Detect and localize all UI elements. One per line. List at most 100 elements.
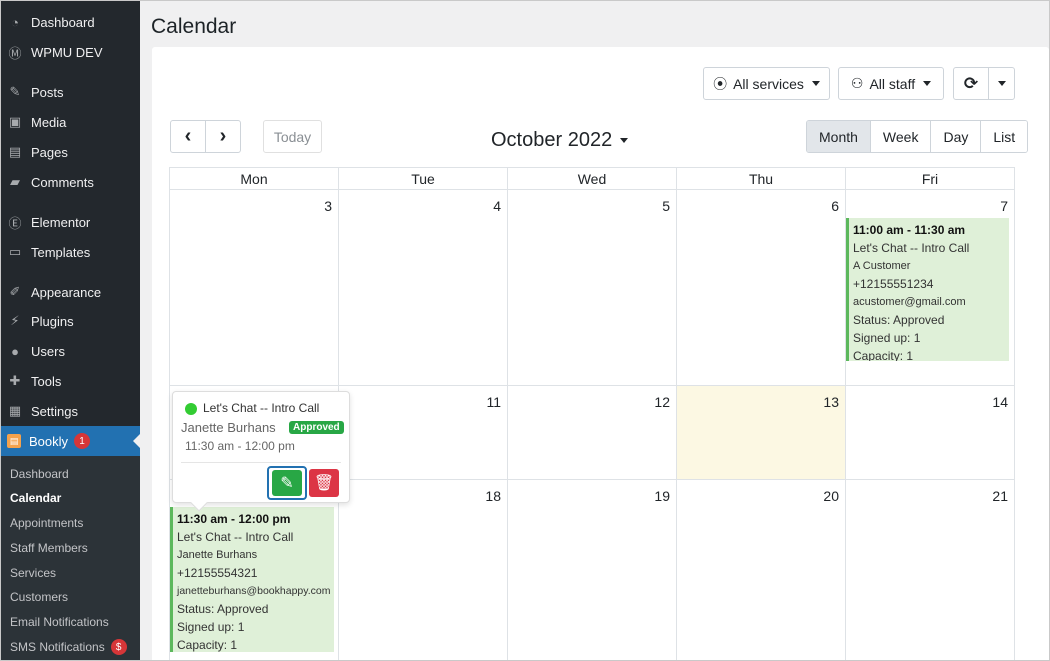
appointment-event[interactable]: 11:00 am - 11:30 am Let's Chat -- Intro … (846, 218, 1009, 361)
day-cell[interactable]: 6 (677, 190, 846, 386)
sidebar-item-media[interactable]: ▣ Media (1, 108, 140, 136)
day-cell[interactable]: 18 (339, 480, 508, 660)
appointment-event[interactable]: 11:30 am - 12:00 pm Let's Chat -- Intro … (170, 507, 334, 652)
chevron-right-icon: › (219, 125, 227, 147)
day-cell-today[interactable]: 13 (677, 386, 846, 480)
sidebar-item-posts[interactable]: ✎ Posts (1, 78, 140, 106)
service-color-dot (185, 403, 197, 415)
submenu-item-calendar[interactable]: Calendar (10, 488, 61, 508)
sidebar-item-label: Plugins (31, 313, 74, 329)
submenu-item-customers[interactable]: Customers (10, 587, 68, 607)
page-title: Calendar (151, 15, 237, 38)
event-status: Status: Approved (853, 313, 945, 327)
next-month-button[interactable]: › (205, 120, 241, 153)
sidebar-item-label: Users (31, 343, 65, 359)
view-list-button[interactable]: List (980, 121, 1028, 152)
calendar-panel: ⦿ All services ⚇ All staff ⟳ ‹ › Today O… (152, 47, 1049, 660)
sidebar-item-appearance[interactable]: ✐ Appearance (1, 278, 140, 306)
event-time: 11:00 am - 11:30 am (853, 223, 966, 237)
day-cell[interactable]: 19 (508, 480, 677, 660)
sidebar-item-pages[interactable]: ▤ Pages (1, 138, 140, 166)
today-button[interactable]: Today (263, 120, 322, 153)
services-filter-label: All services (733, 75, 804, 92)
day-cell[interactable]: 4 (339, 190, 508, 386)
day-number: 18 (485, 488, 501, 504)
chevron-down-icon (620, 138, 629, 143)
submenu-item-email-notifications[interactable]: Email Notifications (10, 612, 109, 632)
day-cell[interactable]: 21 (846, 480, 1014, 660)
sidebar-item-label: Bookly (29, 433, 69, 449)
event-email: janetteburhans@bookhappy.com (177, 585, 331, 597)
day-cell[interactable]: 5 (508, 190, 677, 386)
month-title-dropdown[interactable]: October 2022 (491, 129, 629, 152)
submenu-item-sms-notifications[interactable]: SMS Notifications $ (10, 637, 127, 657)
sidebar-item-plugins[interactable]: ⚡ Plugins (1, 307, 140, 335)
pages-icon: ▤ (8, 144, 22, 159)
view-month-button[interactable]: Month (807, 121, 870, 152)
dashboard-icon: ◔ (11, 14, 19, 30)
day-cell[interactable]: 20 (677, 480, 846, 660)
day-cell[interactable]: 7 11:00 am - 11:30 am Let's Chat -- Intr… (846, 190, 1014, 386)
edit-icon: ✎ (272, 470, 302, 496)
weekday-header: Thu (677, 168, 846, 190)
submenu-item-staff-members[interactable]: Staff Members (10, 538, 88, 558)
bookly-badge: 1 (74, 433, 91, 449)
day-cell[interactable]: 12 (508, 386, 677, 480)
chevron-left-icon: ‹ (184, 125, 192, 147)
prev-month-button[interactable]: ‹ (170, 120, 206, 153)
radio-circle-icon: ⦿ (713, 75, 728, 92)
edit-appointment-button[interactable]: ✎ (267, 466, 307, 500)
staff-filter-button[interactable]: ⚇ All staff (838, 67, 944, 100)
sidebar-item-templates[interactable]: ▭ Templates (1, 238, 140, 266)
sidebar-item-comments[interactable]: ▰ Comments (1, 168, 140, 196)
sidebar-item-tools[interactable]: ✚ Tools (1, 367, 140, 395)
event-signed-up: Signed up: 1 (853, 331, 921, 345)
delete-appointment-button[interactable]: 🗑 (309, 469, 339, 497)
view-week-button[interactable]: Week (869, 121, 931, 152)
sidebar-item-label: Pages (31, 144, 68, 160)
sidebar-item-elementor[interactable]: Ⓔ Elementor (1, 208, 140, 236)
refresh-options-button[interactable] (988, 67, 1015, 100)
day-number: 3 (324, 198, 332, 214)
day-cell[interactable]: 3 (170, 190, 339, 386)
event-service: Let's Chat -- Intro Call (177, 530, 294, 544)
plug-icon: ⚡ (10, 313, 20, 328)
sidebar-item-label: Elementor (31, 214, 91, 230)
media-icon: ▣ (8, 114, 22, 129)
event-service: Let's Chat -- Intro Call (853, 241, 970, 255)
sidebar-item-label: Posts (31, 84, 64, 100)
event-signed-up: Signed up: 1 (177, 620, 245, 634)
popover-divider (181, 462, 341, 463)
sidebar-item-settings[interactable]: ▦ Settings (1, 397, 140, 425)
event-email: acustomer@gmail.com (853, 296, 966, 308)
submenu-item-label: SMS Notifications (10, 640, 105, 654)
event-status: Status: Approved (177, 602, 269, 616)
submenu-item-appointments[interactable]: Appointments (10, 513, 83, 533)
sidebar-item-dashboard[interactable]: ◔ Dashboard (1, 8, 140, 36)
event-phone: +12155554321 (177, 566, 258, 580)
sidebar-item-wpmudev[interactable]: Ⓜ WPMU DEV (1, 38, 140, 66)
sidebar-item-label: Media (31, 114, 67, 130)
sidebar-item-label: Dashboard (31, 14, 95, 30)
submenu-item-dashboard[interactable]: Dashboard (10, 464, 69, 484)
active-arrow (133, 434, 140, 448)
view-switcher: Month Week Day List (806, 120, 1029, 153)
trash-icon: 🗑 (313, 475, 335, 492)
admin-sidebar: ◔ Dashboard Ⓜ WPMU DEV ✎ Posts ▣ Media ▤ Page… (1, 1, 140, 660)
popover-time: 11:30 am - 12:00 pm (185, 439, 295, 453)
wpmudev-icon: Ⓜ (8, 45, 22, 61)
refresh-icon: ⟳ (963, 73, 979, 93)
day-number: 11 (486, 394, 501, 410)
settings-icon: ▦ (8, 403, 22, 418)
sidebar-item-bookly[interactable]: ▤ Bookly 1 (1, 426, 140, 456)
day-cell[interactable]: 11 (339, 386, 508, 480)
day-cell[interactable]: 14 (846, 386, 1014, 480)
services-filter-button[interactable]: ⦿ All services (703, 67, 830, 100)
sidebar-item-users[interactable]: ● Users (1, 337, 140, 365)
submenu-item-services[interactable]: Services (10, 563, 56, 583)
refresh-button[interactable]: ⟳ (953, 67, 989, 100)
view-day-button[interactable]: Day (930, 121, 981, 152)
sidebar-item-label: WPMU DEV (31, 44, 103, 60)
elementor-icon: Ⓔ (8, 215, 22, 231)
sidebar-item-label: Comments (31, 174, 94, 190)
